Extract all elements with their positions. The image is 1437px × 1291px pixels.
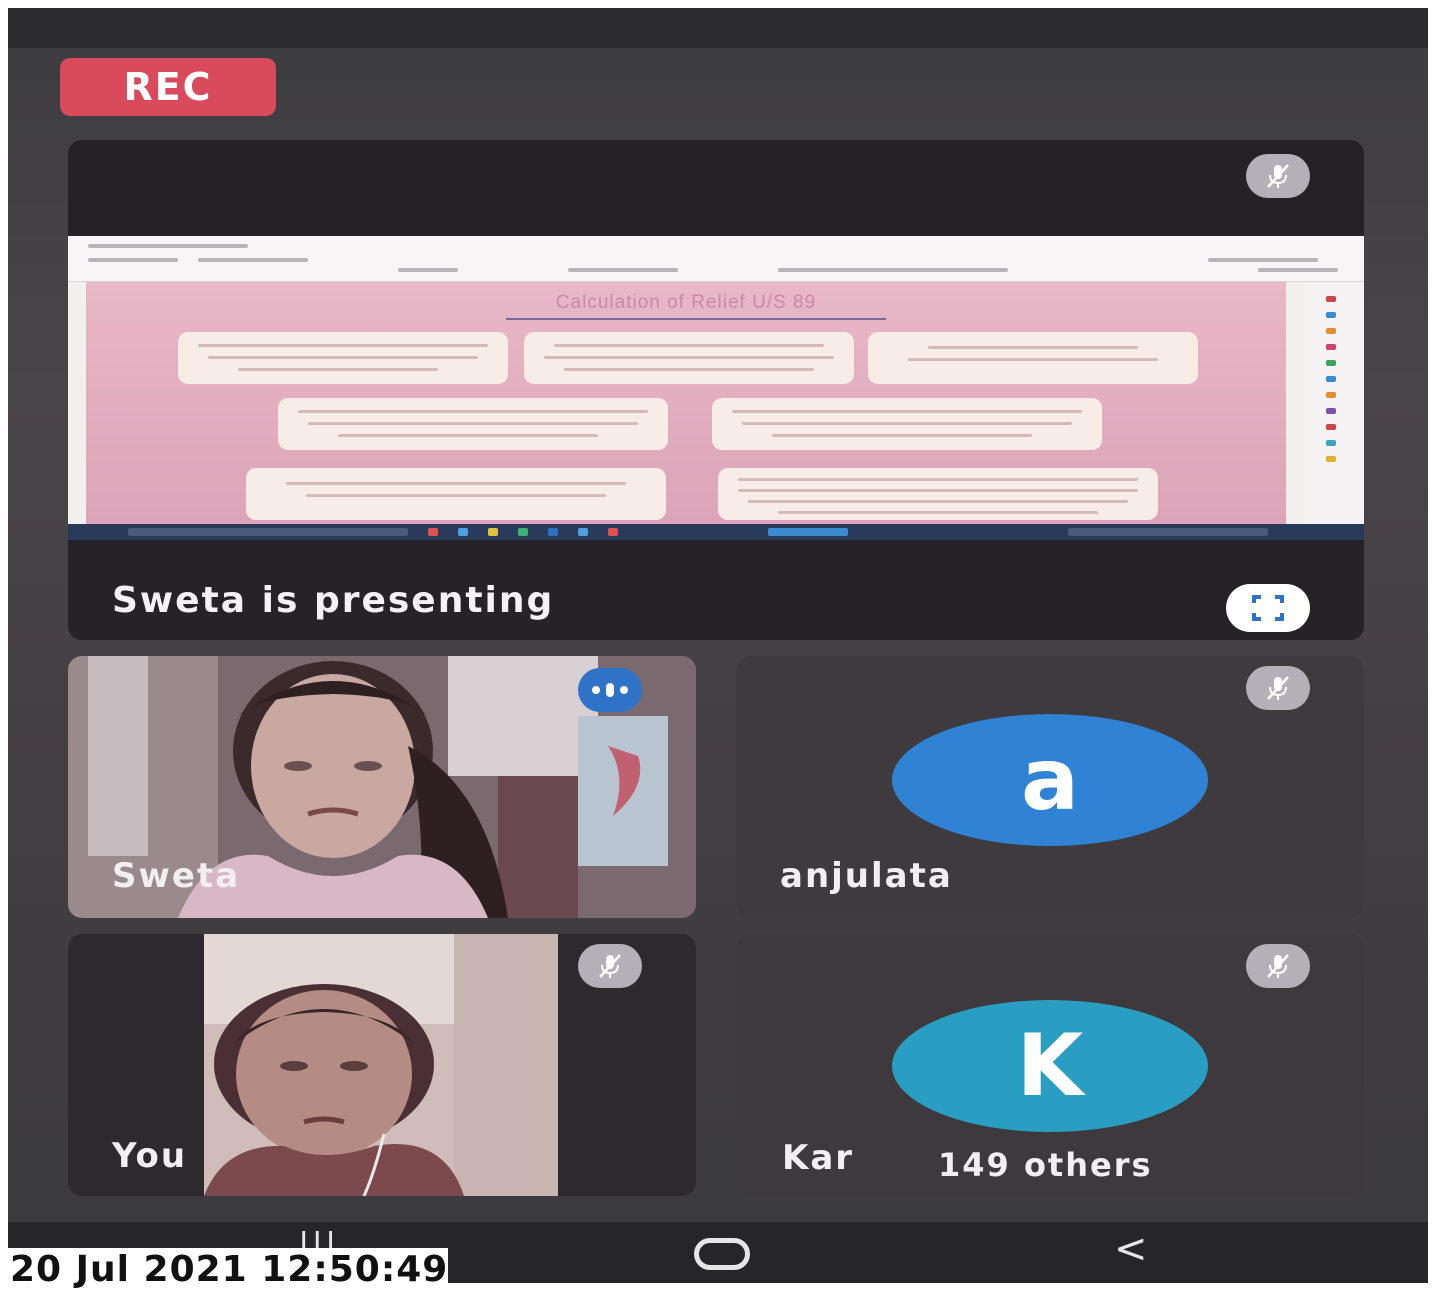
participant-name: Kar [782,1138,855,1178]
mic-off-icon [1246,154,1310,198]
participant-tile-others[interactable]: K Kar 149 others [736,934,1364,1196]
capture-timestamp: 20 Jul 2021 12:50:49 [0,1248,449,1291]
participant-tile-anjulata[interactable]: a anjulata [736,656,1364,918]
presenter-toolbar [68,236,1364,282]
meeting-screen: REC Calculation of Relief U/S 89 Sweta i… [8,8,1428,1283]
participant-name: anjulata [780,856,953,896]
participant-video [204,934,558,1196]
slide-box [712,398,1102,450]
speaking-indicator-icon [578,668,642,712]
back-button[interactable]: < [1114,1226,1148,1272]
participant-name: You [112,1136,188,1176]
mic-off-icon [1246,666,1310,710]
slide-box [868,332,1198,384]
presentation-header [68,140,1364,236]
fullscreen-icon [1252,595,1284,621]
slide-box [718,468,1158,520]
shared-screen[interactable]: Calculation of Relief U/S 89 [68,236,1364,540]
avatar: K [892,1000,1208,1132]
presenter-taskbar [68,524,1364,540]
home-button[interactable] [694,1238,750,1270]
status-bar [8,8,1428,48]
presenter-side-panel [1304,282,1364,524]
participant-tile-sweta[interactable]: Sweta [68,656,696,918]
participant-name: Sweta [112,856,241,896]
slide-title-underline [506,318,886,320]
mic-off-icon [578,944,642,988]
slide-title: Calculation of Relief U/S 89 [555,292,817,313]
slide: Calculation of Relief U/S 89 [86,282,1286,524]
presentation-footer: Sweta is presenting [68,540,1364,640]
fullscreen-button[interactable] [1226,584,1310,632]
slide-box [278,398,668,450]
others-count: 149 others [938,1146,1153,1184]
presenting-status: Sweta is presenting [112,580,555,621]
mic-off-icon [1246,944,1310,988]
slide-box [524,332,854,384]
recording-badge: REC [60,58,276,116]
avatar: a [892,714,1208,846]
participant-tile-you[interactable]: You [68,934,696,1196]
slide-box [178,332,508,384]
presentation-tile[interactable]: Calculation of Relief U/S 89 Sweta is pr… [68,140,1364,640]
slide-box [246,468,666,520]
